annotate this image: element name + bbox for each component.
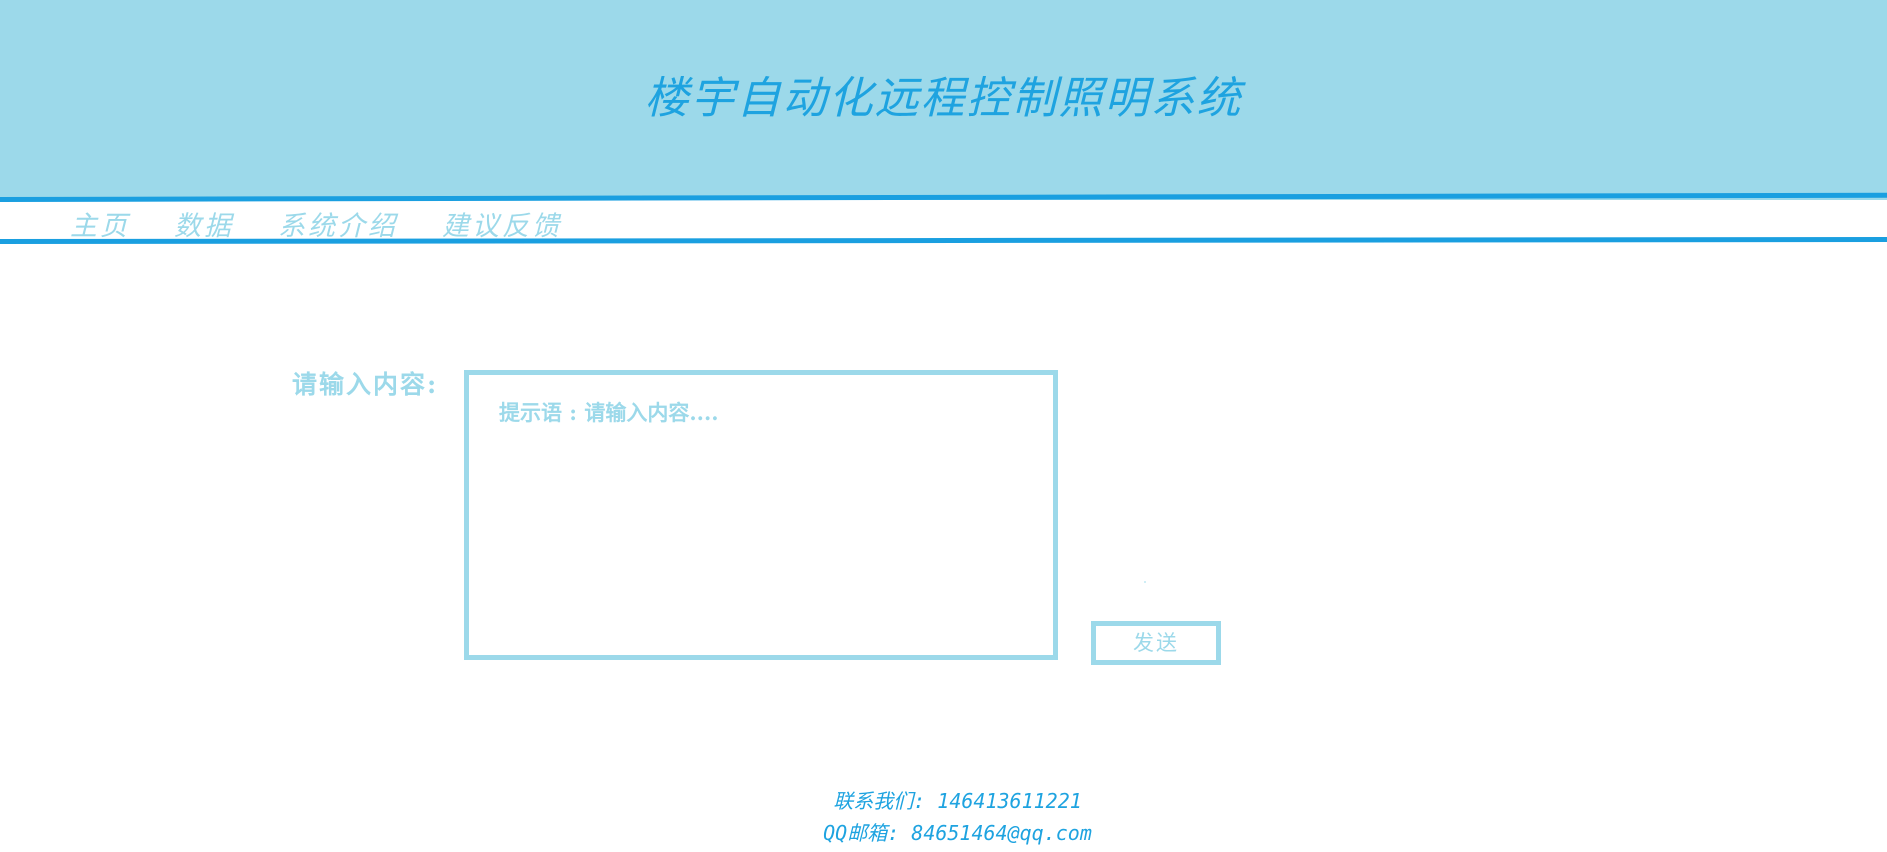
stray-dot bbox=[1144, 581, 1146, 583]
footer: 联系我们: 146413611221 QQ邮箱: 84651464@qq.com bbox=[0, 785, 1887, 849]
nav-item-home[interactable]: 主页 bbox=[70, 204, 130, 243]
page: 楼宇自动化远程控制照明系统 主页 数据 系统介绍 建议反馈 请输入内容: 发送 … bbox=[0, 0, 1887, 852]
content-input-frame bbox=[464, 370, 1058, 660]
email-text: QQ邮箱: 84651464@qq.com bbox=[823, 821, 1092, 845]
main-nav: 主页 数据 系统介绍 建议反馈 bbox=[70, 204, 606, 243]
header-banner: 楼宇自动化远程控制照明系统 bbox=[0, 0, 1887, 200]
nav-item-system-intro[interactable]: 系统介绍 bbox=[278, 204, 398, 243]
contact-text: 联系我们: 146413611221 bbox=[833, 789, 1082, 813]
page-title: 楼宇自动化远程控制照明系统 bbox=[644, 73, 1243, 124]
nav-item-data[interactable]: 数据 bbox=[174, 204, 234, 243]
content-label: 请输入内容: bbox=[292, 370, 439, 399]
nav-item-feedback[interactable]: 建议反馈 bbox=[442, 204, 562, 243]
content-input[interactable] bbox=[469, 375, 1053, 655]
send-button[interactable]: 发送 bbox=[1091, 621, 1221, 665]
nav-bottom-divider bbox=[0, 237, 1887, 244]
